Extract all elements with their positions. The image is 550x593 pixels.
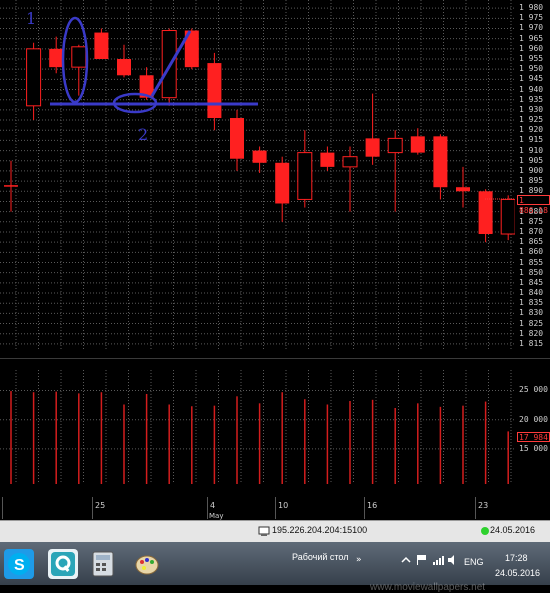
- status-date: 24.05.2016: [490, 525, 536, 535]
- paint-icon[interactable]: [132, 549, 162, 579]
- taskbar: 195.226.204.204:15100 24.05.2016 S Рабоч…: [0, 520, 550, 593]
- candle-body: [230, 118, 244, 159]
- connection-status-light: [481, 527, 489, 535]
- chevron-right-icon[interactable]: »: [356, 555, 362, 565]
- price-tick-label: 1 895: [519, 176, 544, 186]
- candle-body: [49, 48, 64, 68]
- candle-body: [252, 150, 267, 163]
- price-tick-label: 1 930: [519, 104, 544, 114]
- candle-body: [4, 185, 18, 187]
- price-tick-label: 1 830: [519, 308, 544, 318]
- taskbar-main: S Рабочий стол » ENG 17:28 24.05.2016 ww…: [0, 542, 550, 593]
- time-tick: [275, 497, 276, 519]
- price-tick-label: 1 975: [519, 13, 544, 23]
- candle-body: [433, 136, 448, 188]
- candle-body: [297, 152, 313, 200]
- candle-body: [387, 137, 403, 154]
- time-label: 10: [278, 501, 289, 510]
- price-tick-label: 1 860: [519, 247, 544, 257]
- price-chart-panel[interactable]: 12: [0, 0, 516, 350]
- price-tick-label: 1 905: [519, 155, 544, 165]
- price-tick-label: 1 865: [519, 237, 544, 247]
- language-indicator[interactable]: ENG: [464, 557, 484, 567]
- chevron-up-icon[interactable]: [400, 554, 412, 566]
- price-tick-label: 1 870: [519, 226, 544, 236]
- desktop-toolbar-label[interactable]: Рабочий стол: [292, 552, 349, 562]
- price-tick-label: 1 815: [519, 338, 544, 348]
- time-label: 25: [95, 501, 106, 510]
- price-tick-label: 1 955: [519, 54, 544, 63]
- price-tick-label: 1 900: [519, 165, 544, 175]
- volume-tick-label: 25 000: [519, 385, 548, 395]
- price-tick-label: 1 970: [519, 23, 544, 33]
- price-tick-label: 1 935: [519, 94, 544, 104]
- price-tick-label: 1 915: [519, 135, 544, 145]
- time-tick: [207, 497, 208, 519]
- candle-body: [410, 136, 425, 153]
- price-tick-label: 1 945: [519, 74, 544, 84]
- time-tick: [2, 497, 3, 519]
- time-tick: [364, 497, 365, 519]
- candle-body: [94, 32, 109, 60]
- candle-body: [117, 59, 131, 76]
- price-tick-label: 1 820: [519, 328, 544, 338]
- current-price-label: 1 886.18: [517, 195, 550, 215]
- price-tick-label: 1 910: [519, 145, 544, 155]
- price-tick-label: 1 875: [519, 216, 544, 226]
- candle-body: [207, 63, 222, 119]
- candle-body: [342, 156, 358, 168]
- annotation-label-1: 1: [26, 9, 36, 28]
- candle-body: [320, 152, 335, 167]
- price-tick-label: 1 835: [519, 298, 544, 308]
- volume-icon[interactable]: [447, 554, 459, 566]
- network-bars-icon[interactable]: [432, 554, 444, 566]
- candle-body: [478, 191, 493, 235]
- volume-tick-label: 15 000: [519, 443, 548, 453]
- chart-area[interactable]: 12 1 980 1 975 1 970 1 965 1 960 1 955 1 950 1 …: [0, 0, 550, 520]
- clock-time[interactable]: 17:28: [505, 553, 528, 563]
- annotation-label-2: 2: [138, 125, 148, 144]
- candle-body: [71, 46, 87, 68]
- price-chart-svg[interactable]: 12: [0, 0, 516, 350]
- time-tick: [475, 497, 476, 519]
- time-label: 23: [478, 501, 489, 510]
- price-tick-label: 1 840: [519, 288, 544, 298]
- price-tick-label: 1 850: [519, 267, 544, 277]
- time-label: 16: [367, 501, 378, 510]
- current-volume-label: 17 984: [517, 432, 550, 442]
- candle-body: [26, 48, 42, 107]
- candle-body: [275, 162, 290, 204]
- price-tick-label: 1 855: [519, 257, 544, 267]
- watermark: www.moviewallpapers.net: [370, 582, 486, 593]
- price-tick-label: 1 920: [519, 125, 544, 135]
- time-axis: 25 4 May 10 16 23: [0, 497, 515, 520]
- panel-separator[interactable]: [0, 358, 550, 369]
- candle-body: [365, 138, 380, 157]
- skype-icon[interactable]: S: [4, 549, 34, 579]
- clock-date[interactable]: 24.05.2016: [495, 568, 540, 578]
- candle-body: [500, 198, 516, 235]
- time-tick: [92, 497, 93, 519]
- network-icon: [258, 526, 270, 536]
- quik-icon[interactable]: [48, 549, 78, 579]
- price-tick-label: 1 845: [519, 277, 544, 287]
- volume-chart-svg[interactable]: [0, 370, 515, 484]
- price-tick-label: 1 980: [519, 3, 544, 13]
- flag-icon[interactable]: [416, 554, 428, 566]
- svg-text:S: S: [14, 557, 25, 574]
- price-tick-label: 1 825: [519, 318, 544, 328]
- price-tick-label: 1 965: [519, 33, 544, 43]
- volume-chart-panel[interactable]: [0, 370, 515, 484]
- price-tick-label: 1 950: [519, 64, 544, 74]
- month-label: May: [209, 512, 224, 520]
- server-address: 195.226.204.204:15100: [272, 525, 368, 535]
- price-tick-label: 1 940: [519, 84, 544, 94]
- volume-tick-label: 20 000: [519, 414, 548, 424]
- status-strip: 195.226.204.204:15100 24.05.2016: [0, 520, 550, 543]
- price-tick-label: 1 960: [519, 43, 544, 53]
- calculator-icon[interactable]: [88, 549, 118, 579]
- price-tick-label: 1 925: [519, 115, 544, 125]
- candle-body: [456, 187, 470, 192]
- time-label: 4: [210, 501, 216, 510]
